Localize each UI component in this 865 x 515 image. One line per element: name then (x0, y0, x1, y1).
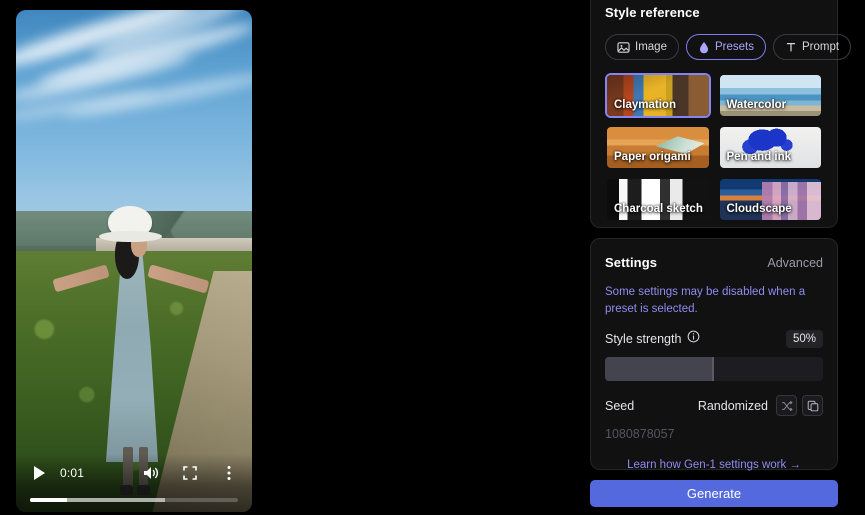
info-icon[interactable] (687, 330, 700, 348)
seed-label: Seed (605, 398, 635, 413)
preset-label: Paper origami (614, 151, 691, 163)
generate-button[interactable]: Generate (590, 480, 838, 507)
tab-prompt[interactable]: Prompt (772, 34, 852, 60)
style-strength-value: 50% (785, 330, 823, 349)
preset-label: Pen and ink (726, 151, 792, 163)
tab-image-label: Image (635, 41, 667, 53)
preset-card-pen-and-ink[interactable]: Pen and ink (718, 125, 824, 170)
preset-label: Watercolor (726, 99, 787, 111)
preset-label: Cloudscape (726, 203, 792, 215)
app-root: 0:01 Style reference Image Presets Promp… (0, 0, 865, 515)
settings-panel: Settings Advanced Some settings may be d… (590, 238, 838, 471)
style-reference-panel: Style reference Image Presets Prompt Cla… (590, 0, 852, 228)
more-vertical-icon[interactable] (218, 462, 240, 484)
progress-played (30, 498, 68, 502)
shuffle-icon[interactable] (776, 395, 797, 417)
style-reference-title: Style reference (605, 5, 700, 20)
tab-image[interactable]: Image (605, 34, 679, 60)
tab-presets-label: Presets (714, 41, 754, 53)
video-player[interactable]: 0:01 (16, 10, 252, 512)
image-icon (617, 41, 630, 54)
tab-prompt-label: Prompt (801, 41, 840, 53)
preset-card-watercolor[interactable]: Watercolor (718, 73, 824, 118)
style-strength-label: Style strength (605, 332, 682, 347)
video-current-time: 0:01 (60, 466, 85, 480)
preset-label: Charcoal sketch (614, 203, 703, 215)
copy-icon[interactable] (802, 395, 823, 417)
preset-card-charcoal-sketch[interactable]: Charcoal sketch (605, 177, 711, 222)
video-frame-content (16, 10, 252, 512)
play-icon[interactable] (28, 462, 50, 484)
fullscreen-icon[interactable] (179, 462, 201, 484)
text-t-icon (785, 41, 797, 54)
right-sidebar: Style reference Image Presets Prompt Cla… (590, 0, 865, 515)
settings-notice: Some settings may be disabled when a pre… (605, 286, 806, 315)
preset-card-cloudscape[interactable]: Cloudscape (718, 177, 824, 222)
tab-presets[interactable]: Presets (685, 34, 766, 60)
volume-icon[interactable] (140, 462, 162, 484)
preset-grid: Claymation Watercolor Paper origami Pen … (605, 73, 823, 222)
advanced-settings-link[interactable]: Advanced (767, 256, 823, 270)
preset-label: Claymation (614, 99, 676, 111)
preset-card-claymation[interactable]: Claymation (605, 73, 711, 118)
style-source-tabs: Image Presets Prompt (605, 34, 852, 60)
style-strength-slider[interactable] (605, 357, 823, 382)
seed-value: 1080878057 (605, 427, 675, 442)
slider-fill (605, 357, 714, 382)
seed-mode-value: Randomized (697, 398, 768, 413)
learn-gen1-settings-link[interactable]: Learn how Gen-1 settings work → (605, 459, 823, 471)
video-progress-bar[interactable] (30, 498, 238, 502)
preset-card-paper-origami[interactable]: Paper origami (605, 125, 711, 170)
droplet-icon (698, 41, 710, 54)
settings-title: Settings (605, 255, 658, 270)
video-controls: 0:01 (16, 454, 252, 512)
video-preview-stage: 0:01 (0, 0, 590, 515)
